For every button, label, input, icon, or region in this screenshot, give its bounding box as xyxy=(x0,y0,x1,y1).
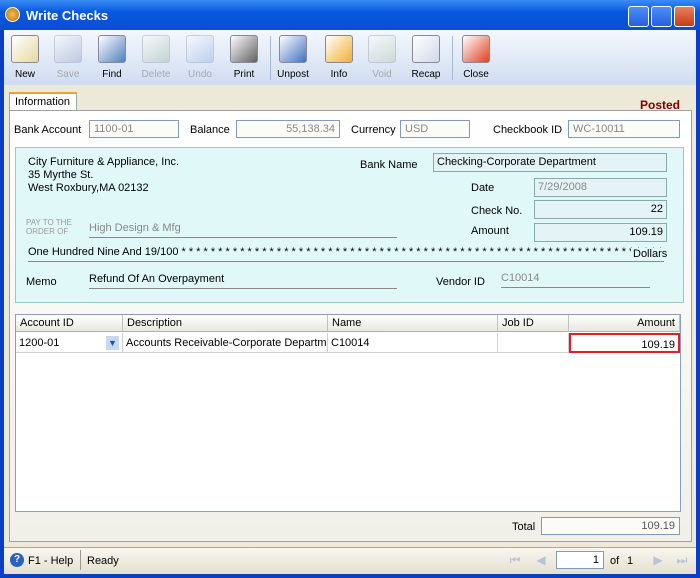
unpost-button[interactable]: Unpost xyxy=(271,33,315,83)
of-label: of xyxy=(610,555,620,567)
company-city: West Roxbury,MA 02132 xyxy=(28,182,149,194)
void-button[interactable]: Void xyxy=(360,33,404,83)
status-divider xyxy=(80,550,81,570)
bank-name-label: Bank Name xyxy=(360,159,418,171)
help-icon[interactable]: ? xyxy=(10,553,24,567)
amount-in-words: One Hundred Nine And 19/100 * * * * * * … xyxy=(28,246,664,262)
print-button[interactable]: Print xyxy=(222,33,266,83)
toolbar-separator xyxy=(452,36,453,80)
detail-grid: Account ID Description Name Job ID Amoun… xyxy=(15,314,681,512)
cell-amount[interactable]: 109.19 xyxy=(569,333,680,353)
vendor-id-label: Vendor ID xyxy=(436,276,485,288)
toolbar-label: Unpost xyxy=(277,69,309,80)
title-bar: Write Checks xyxy=(0,0,700,30)
balance-label: Balance xyxy=(190,124,230,136)
bank-account-field[interactable]: 1100-01 xyxy=(89,120,179,138)
unpost-icon xyxy=(279,35,307,63)
save-button[interactable]: Save xyxy=(46,33,90,83)
previous-page-icon[interactable]: ◀ xyxy=(534,553,548,567)
delete-icon xyxy=(142,35,170,63)
close-button[interactable]: Close xyxy=(454,33,498,83)
toolbar-label: Find xyxy=(102,69,122,80)
column-header-amount[interactable]: Amount xyxy=(569,315,680,332)
column-header-account-id[interactable]: Account ID xyxy=(16,315,123,332)
toolbar-label: Undo xyxy=(188,69,212,80)
bank-name-field[interactable]: Checking-Corporate Department xyxy=(433,153,667,172)
find-icon xyxy=(98,35,126,63)
check-no-label: Check No. xyxy=(471,205,523,217)
next-page-icon[interactable]: ▶ xyxy=(651,553,665,567)
maximize-button[interactable] xyxy=(651,6,672,27)
page-input[interactable]: 1 xyxy=(556,551,604,569)
info-icon xyxy=(325,35,353,63)
check-no-field[interactable]: 22 xyxy=(534,200,667,219)
column-header-name[interactable]: Name xyxy=(328,315,498,332)
checkbook-label: Checkbook ID xyxy=(493,124,563,136)
new-icon xyxy=(11,35,39,63)
close-icon xyxy=(462,35,490,63)
column-header-description[interactable]: Description xyxy=(123,315,328,332)
toolbar-label: Recap xyxy=(411,69,441,80)
help-label[interactable]: F1 - Help xyxy=(28,555,73,567)
status-badge: Posted xyxy=(640,98,681,112)
status-text: Ready xyxy=(87,555,119,567)
checkbook-field[interactable]: WC-10011 xyxy=(568,120,680,138)
tab-information[interactable]: Information xyxy=(9,92,77,111)
vendor-id-field[interactable]: C10014 xyxy=(501,272,650,288)
cell-description[interactable]: Accounts Receivable-Corporate Departme xyxy=(123,333,328,353)
recap-icon xyxy=(412,35,440,63)
void-icon xyxy=(368,35,396,63)
chevron-down-icon[interactable]: ▼ xyxy=(106,336,119,350)
currency-field[interactable]: USD xyxy=(400,120,470,138)
total-label: Total xyxy=(512,521,536,533)
toolbar-label: Info xyxy=(330,69,348,80)
company-name: City Furniture & Appliance, Inc. xyxy=(28,156,180,168)
date-label: Date xyxy=(471,182,495,194)
dollars-label: Dollars xyxy=(631,248,668,260)
cell-name[interactable]: C10014 xyxy=(328,333,498,353)
toolbar-separator xyxy=(270,36,271,80)
date-field[interactable]: 7/29/2008 xyxy=(534,178,667,197)
order-of-label: ORDER OF xyxy=(26,227,69,236)
memo-field[interactable]: Refund Of An Overpayment xyxy=(89,273,397,289)
company-address: 35 Myrthe St. xyxy=(28,169,94,181)
currency-label: Currency xyxy=(351,124,396,136)
minimize-button[interactable] xyxy=(628,6,649,27)
toolbar-label: Delete xyxy=(141,69,171,80)
window-title: Write Checks xyxy=(26,8,109,23)
toolbar-label: New xyxy=(14,69,35,80)
page-count: 1 xyxy=(627,555,634,567)
find-button[interactable]: Find xyxy=(90,33,134,83)
amount-field[interactable]: 109.19 xyxy=(534,223,667,242)
new-button[interactable]: New xyxy=(3,33,47,83)
recap-button[interactable]: Recap xyxy=(404,33,448,83)
cell-job-id[interactable] xyxy=(498,333,569,353)
last-page-icon[interactable]: ⏭ xyxy=(675,553,689,567)
toolbar-label: Void xyxy=(372,69,392,80)
bank-account-label: Bank Account xyxy=(14,124,82,136)
toolbar-label: Close xyxy=(463,69,489,80)
undo-button[interactable]: Undo xyxy=(178,33,222,83)
balance-field: 55,138.34 xyxy=(236,120,340,138)
pay-to-field[interactable]: High Design & Mfg xyxy=(89,222,397,238)
save-icon xyxy=(54,35,82,63)
first-page-icon[interactable]: ⏮ xyxy=(508,553,522,567)
toolbar-label: Save xyxy=(56,69,80,80)
delete-button[interactable]: Delete xyxy=(134,33,178,83)
memo-label: Memo xyxy=(26,276,57,288)
column-header-job-id[interactable]: Job ID xyxy=(498,315,569,332)
window-close-button[interactable] xyxy=(674,6,695,27)
amount-label: Amount xyxy=(471,225,509,237)
pay-to-label: PAY TO THE xyxy=(26,218,72,227)
undo-icon xyxy=(186,35,214,63)
print-icon xyxy=(230,35,258,63)
info-button[interactable]: Info xyxy=(317,33,361,83)
total-field: 109.19 xyxy=(541,517,680,535)
toolbar-label: Print xyxy=(233,69,255,80)
app-icon xyxy=(5,7,20,22)
